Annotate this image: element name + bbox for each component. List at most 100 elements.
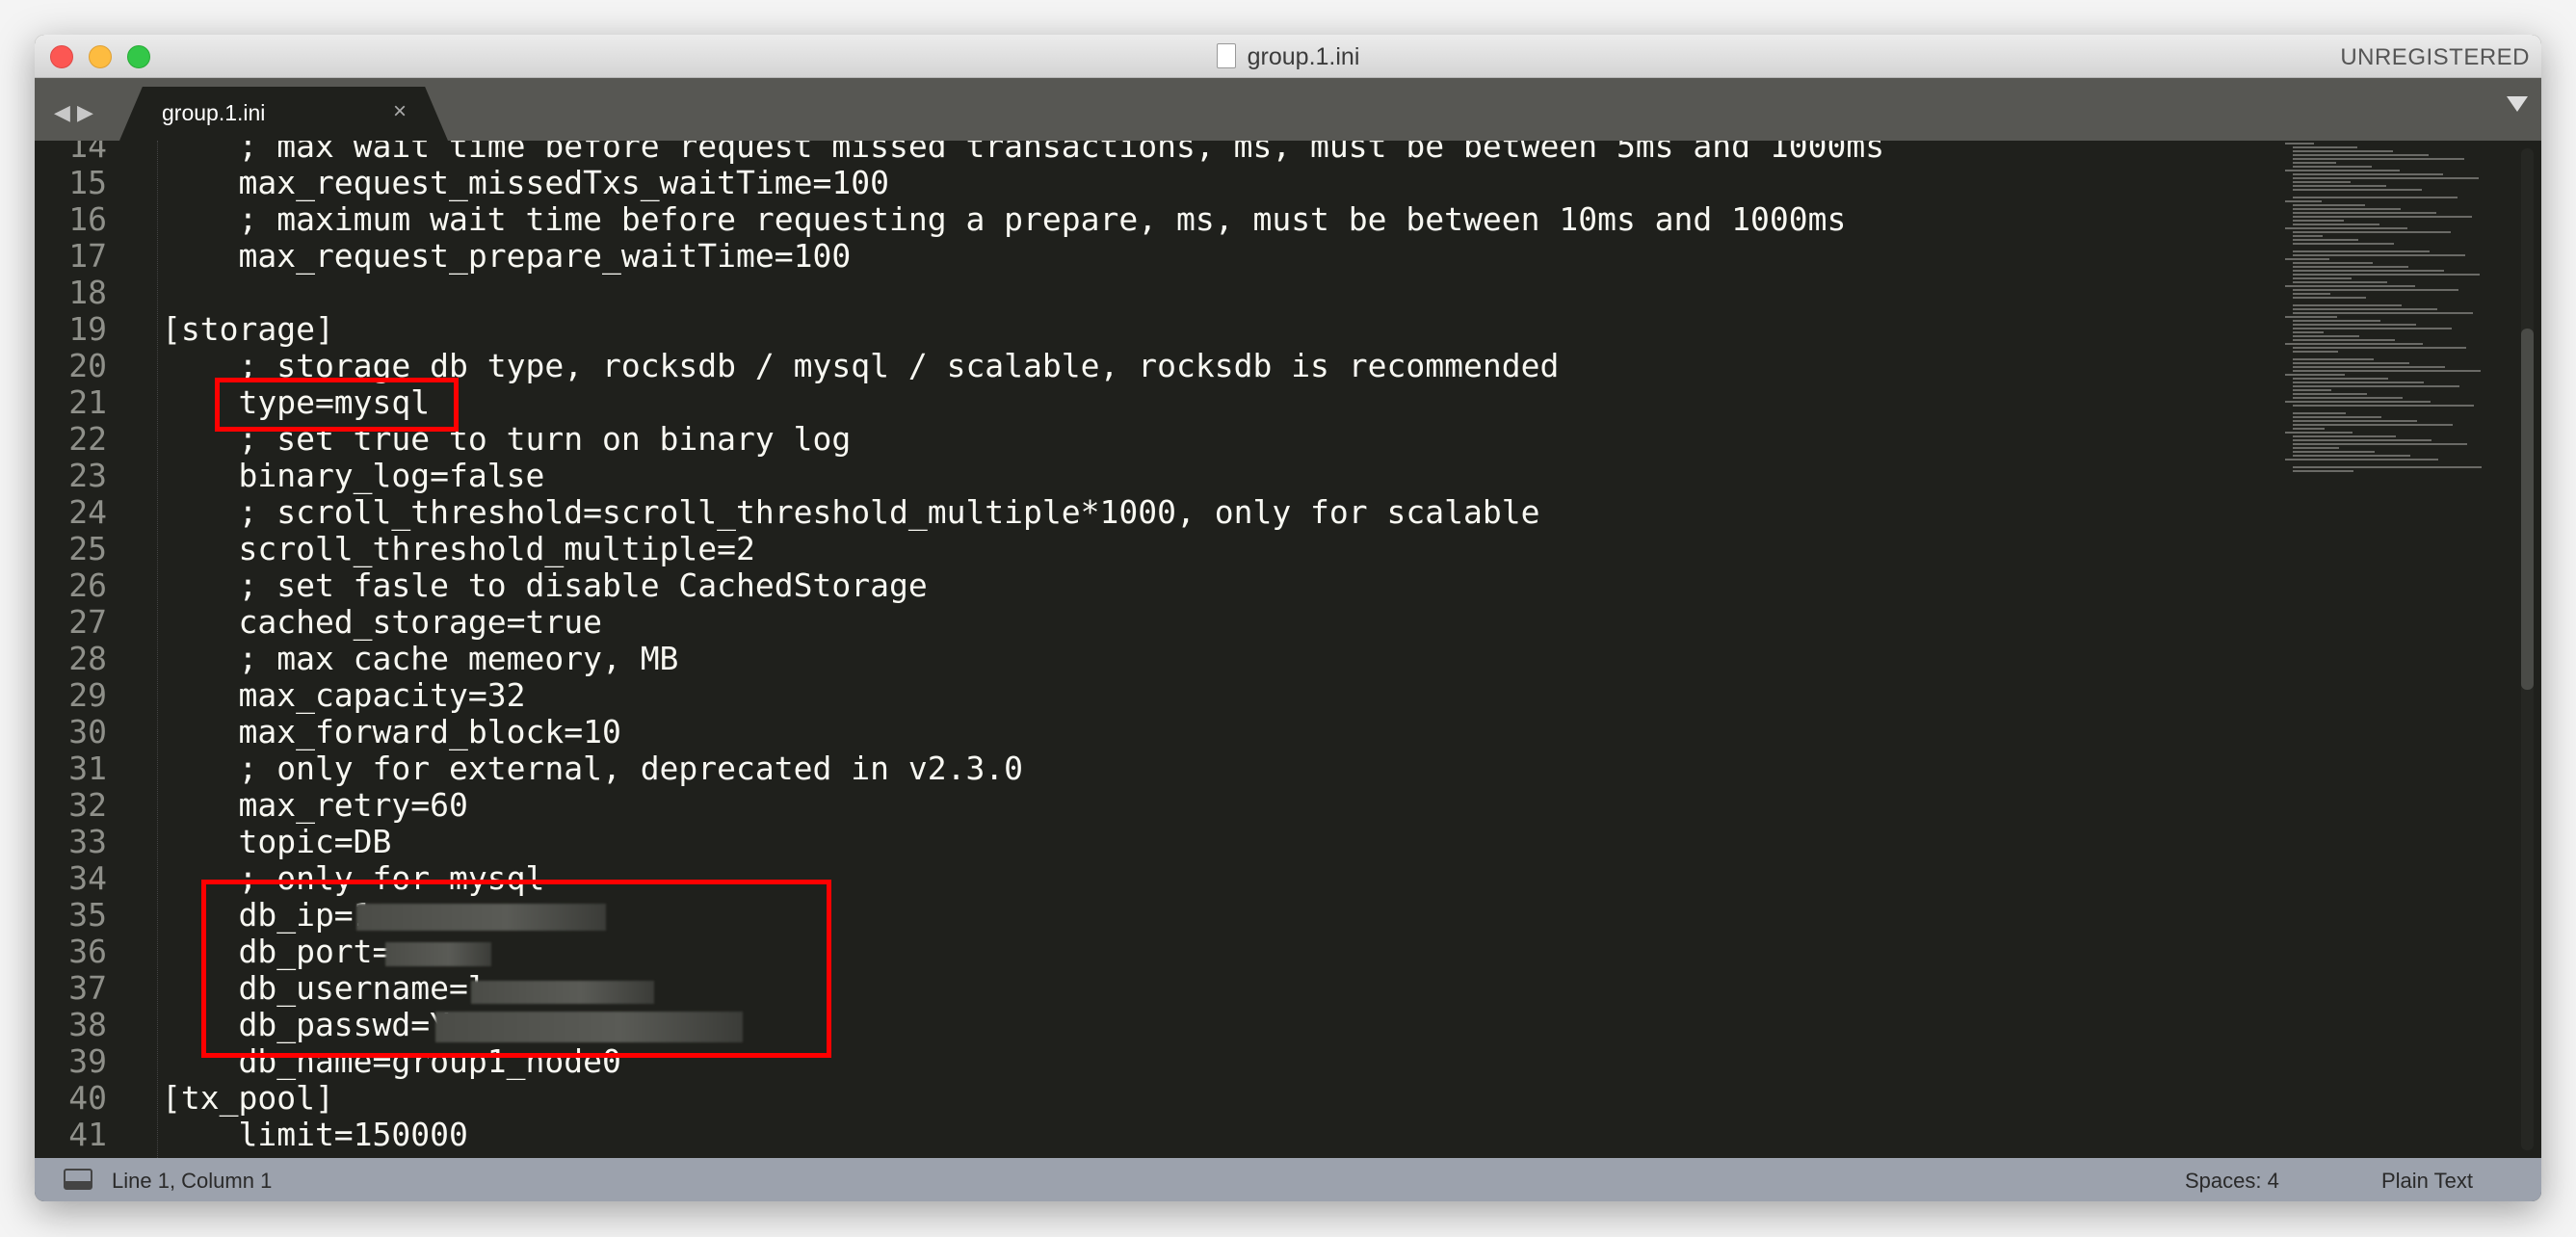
code-editor[interactable]: 14 ; max wait time before request missed… <box>35 141 2541 1158</box>
line-number: 39 <box>68 1042 107 1080</box>
indentation-setting[interactable]: Spaces: 4 <box>2185 1169 2279 1194</box>
close-tab-icon[interactable]: × <box>393 98 407 125</box>
minimap-line <box>2293 420 2417 422</box>
line-number: 34 <box>68 859 107 897</box>
line-text: [storage] <box>162 310 334 348</box>
unregistered-label: UNREGISTERED <box>2340 44 2530 70</box>
minimap-line <box>2293 304 2402 306</box>
minimap-line <box>2293 254 2465 256</box>
minimap-line <box>2293 443 2467 445</box>
minimap-line <box>2293 220 2344 222</box>
line-text: scroll_threshold_multiple=2 <box>162 530 755 567</box>
minimap-line <box>2293 331 2324 333</box>
minimap-line <box>2293 435 2396 437</box>
window-title: group.1.ini <box>35 43 2541 71</box>
line-number: 17 <box>68 237 107 275</box>
minimap-line <box>2293 335 2359 337</box>
minimap-line <box>2293 243 2394 245</box>
line-text: ; max wait time before request missed tr… <box>162 141 1885 165</box>
indent-guide <box>157 141 158 1158</box>
minimap-line <box>2293 146 2357 148</box>
minimap-line <box>2285 374 2345 376</box>
minimap-line <box>2285 258 2329 260</box>
minimap-line <box>2293 324 2416 326</box>
minimap-line <box>2293 358 2374 360</box>
line-number: 29 <box>68 676 107 714</box>
tab-label: group.1.ini <box>162 100 266 125</box>
tab-group-1-ini[interactable]: group.1.ini × <box>119 87 448 141</box>
line-number: 18 <box>68 274 107 311</box>
redacted-db-passwd <box>435 1012 743 1042</box>
minimap-line <box>2293 281 2387 283</box>
minimap-line <box>2285 459 2438 461</box>
minimap-line <box>2293 382 2424 383</box>
minimap-line <box>2293 393 2367 395</box>
cursor-position: Line 1, Column 1 <box>112 1169 273 1193</box>
minimap-line <box>2293 166 2372 168</box>
line-text: max_request_prepare_waitTime=100 <box>162 237 852 275</box>
line-number: 27 <box>68 603 107 641</box>
minimap-line <box>2285 143 2314 145</box>
minimap-line <box>2293 416 2381 418</box>
minimap[interactable] <box>2285 143 2507 528</box>
line-number: 26 <box>68 566 107 604</box>
forward-arrow-icon[interactable]: ▶ <box>77 100 93 125</box>
minimap-line <box>2285 285 2415 287</box>
minimap-line <box>2293 297 2366 299</box>
panel-toggle-icon[interactable] <box>64 1169 92 1190</box>
tab-list-dropdown-icon[interactable] <box>2507 96 2528 112</box>
line-number: 21 <box>68 383 107 421</box>
syntax-setting[interactable]: Plain Text <box>2381 1169 2473 1194</box>
minimap-line <box>2285 170 2400 171</box>
line-number: 25 <box>68 530 107 567</box>
minimap-line <box>2293 424 2453 426</box>
line-text: ; set fasle to disable CachedStorage <box>162 566 928 604</box>
line-number: 37 <box>68 969 107 1007</box>
minimap-line <box>2293 351 2338 353</box>
minimap-line <box>2293 262 2373 264</box>
minimap-line <box>2293 270 2444 272</box>
line-number: 24 <box>68 493 107 531</box>
minimap-line <box>2293 162 2336 164</box>
line-text: [tx_pool] <box>162 1079 334 1117</box>
status-bar: Line 1, Column 1 Spaces: 4 Plain Text <box>35 1158 2541 1201</box>
line-text: ; max cache memeory, MB <box>162 640 679 677</box>
minimap-line <box>2285 200 2322 202</box>
line-text: ; scroll_threshold=scroll_threshold_mult… <box>162 493 1540 531</box>
line-text: topic=DB <box>162 823 392 860</box>
editor-window: group.1.ini UNREGISTERED ◀ ▶ group.1.ini… <box>35 35 2541 1201</box>
minimap-line <box>2293 277 2352 279</box>
minimap-line <box>2293 455 2410 457</box>
highlight-box-type <box>215 378 459 432</box>
minimap-line <box>2293 308 2437 310</box>
line-number: 28 <box>68 640 107 677</box>
minimap-line <box>2285 316 2337 318</box>
minimap-line <box>2293 366 2445 368</box>
minimap-line <box>2293 362 2409 364</box>
minimap-line <box>2293 347 2466 349</box>
file-icon <box>1216 43 1236 68</box>
line-text: max_capacity=32 <box>162 676 526 714</box>
line-number: 23 <box>68 457 107 494</box>
line-number: 38 <box>68 1006 107 1043</box>
minimap-line <box>2293 173 2443 175</box>
scrollbar-thumb[interactable] <box>2521 329 2534 690</box>
minimap-line <box>2293 239 2358 241</box>
line-number: 19 <box>68 310 107 348</box>
tab-bar: ◀ ▶ group.1.ini × <box>35 78 2541 141</box>
minimap-line <box>2293 250 2430 252</box>
minimap-line <box>2285 432 2353 434</box>
minimap-line <box>2293 154 2429 156</box>
minimap-line <box>2293 378 2388 380</box>
minimap-line <box>2285 227 2407 229</box>
minimap-line <box>2293 208 2401 210</box>
line-number: 41 <box>68 1116 107 1153</box>
back-arrow-icon[interactable]: ◀ <box>54 100 70 125</box>
line-text: ; maximum wait time before requesting a … <box>162 200 1847 238</box>
line-text: ; only for external, deprecated in v2.3.… <box>162 750 1024 787</box>
line-text: limit=150000 <box>162 1116 468 1153</box>
minimap-line <box>2293 439 2431 441</box>
line-number: 15 <box>68 164 107 201</box>
minimap-line <box>2293 466 2482 468</box>
line-number: 40 <box>68 1079 107 1117</box>
